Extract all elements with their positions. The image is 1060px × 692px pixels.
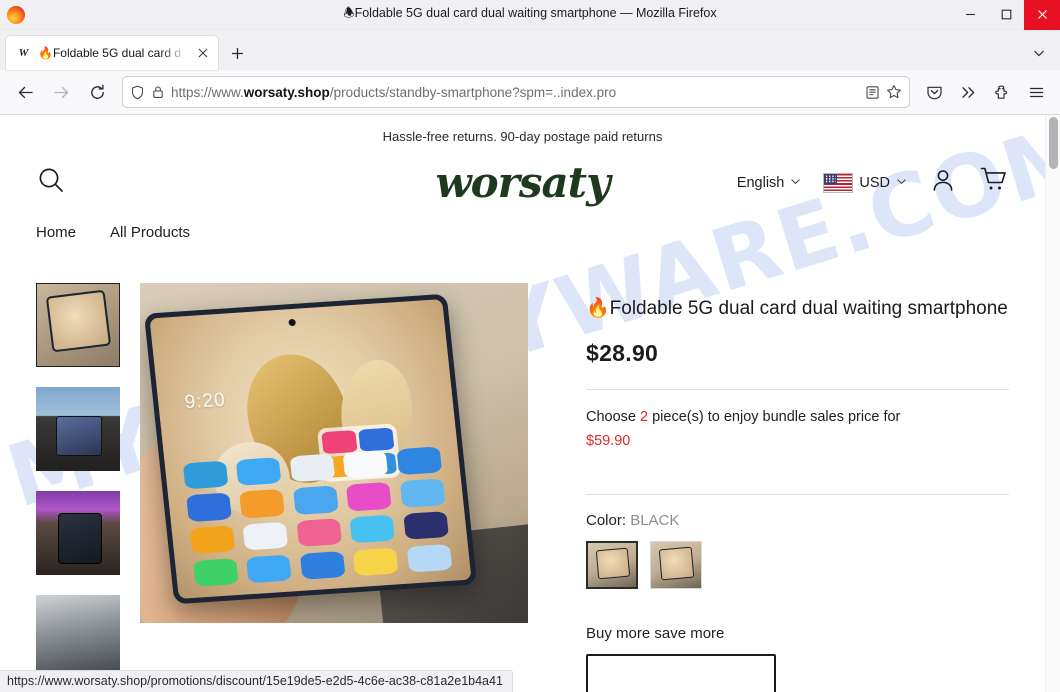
close-window-button[interactable] — [1024, 0, 1060, 30]
shield-icon[interactable] — [130, 85, 145, 100]
currency-label: USD — [859, 174, 890, 191]
product-price: $28.90 — [586, 339, 659, 366]
window-controls — [952, 0, 1060, 30]
lock-icon[interactable] — [151, 85, 165, 99]
color-swatch-list — [586, 540, 1009, 589]
bookmark-star-icon[interactable] — [886, 84, 902, 100]
thumbnail-item[interactable] — [36, 283, 120, 367]
tab-strip: W 🔥Foldable 5G dual card d — [0, 30, 1060, 70]
url-path: /products/standby-smartphone?spm=..index… — [329, 84, 617, 100]
browser-tab[interactable]: W 🔥Foldable 5G dual card d — [6, 36, 218, 70]
back-button-icon[interactable] — [8, 76, 42, 108]
bundle-quantity: 2 — [640, 408, 649, 425]
main-navigation: Home All Products — [0, 204, 1045, 241]
product-main-image[interactable]: 9:20 — [140, 283, 528, 623]
thumbnail-item[interactable] — [36, 491, 120, 575]
header-actions: English USD — [737, 165, 1009, 200]
url-prefix: https://www. — [171, 84, 244, 100]
app-menu-hamburger-icon[interactable] — [1020, 76, 1052, 108]
status-bar-link: https://www.worsaty.shop/promotions/disc… — [0, 670, 513, 692]
thumbnail-list — [36, 283, 122, 692]
color-selected-value: BLACK — [630, 511, 680, 529]
reader-view-icon[interactable] — [865, 85, 880, 100]
bundle-offer-text: Choose 2 piece(s) to enjoy bundle sales … — [586, 390, 936, 472]
reload-button-icon[interactable] — [80, 76, 114, 108]
page-scrollbar[interactable] — [1045, 115, 1060, 692]
bundle-middle: piece(s) to enjoy bundle sales price for — [648, 408, 901, 425]
nav-link-home[interactable]: Home — [36, 224, 76, 241]
chevron-down-icon — [896, 175, 907, 191]
tab-favicon-icon: W — [18, 47, 29, 59]
product-info: 🔥Foldable 5G dual card dual waiting smar… — [546, 283, 1009, 692]
list-all-tabs-icon[interactable] — [1024, 38, 1054, 68]
overflow-chevrons-icon[interactable] — [952, 76, 984, 108]
color-swatch[interactable] — [650, 540, 702, 589]
language-selector[interactable]: English — [737, 175, 802, 191]
tab-close-icon[interactable] — [194, 44, 212, 62]
navigation-toolbar: https://www.worsaty.shop/products/standb… — [0, 70, 1060, 115]
page-viewport: MYANTISPYWARE.COM Hassle-free returns. 9… — [0, 115, 1060, 692]
currency-selector[interactable]: USD — [823, 172, 907, 193]
maximize-button[interactable] — [988, 0, 1024, 30]
tab-title: 🔥Foldable 5G dual card d — [38, 46, 182, 60]
color-swatch[interactable] — [586, 540, 638, 589]
chevron-down-icon — [790, 175, 801, 191]
scrollbar-thumb[interactable] — [1049, 117, 1058, 169]
bundle-prefix: Choose — [586, 408, 641, 425]
announcement-bar: Hassle-free returns. 90-day postage paid… — [382, 129, 663, 144]
pocket-icon[interactable] — [918, 76, 950, 108]
cart-icon[interactable] — [979, 165, 1009, 200]
url-domain: worsaty.shop — [243, 84, 330, 100]
bundle-offer-box[interactable] — [586, 653, 776, 692]
extensions-puzzle-icon[interactable] — [986, 76, 1018, 108]
bundle-price: $59.90 — [586, 432, 631, 449]
nav-link-all-products[interactable]: All Products — [110, 224, 190, 241]
buy-more-save-more-label: Buy more save more — [586, 624, 725, 642]
divider — [586, 493, 1009, 495]
thumbnail-item[interactable] — [36, 595, 120, 679]
wallpaper-clock: 9:20 — [184, 390, 228, 414]
web-page-content: MYANTISPYWARE.COM Hassle-free returns. 9… — [0, 115, 1045, 692]
color-label-text: Color: — [586, 511, 627, 529]
account-icon[interactable] — [929, 166, 957, 199]
minimize-button[interactable] — [952, 0, 988, 30]
site-header: worsaty English USD — [0, 155, 1045, 207]
language-label: English — [736, 174, 785, 191]
thumbnail-item[interactable] — [36, 387, 120, 471]
window-title: 🕭Foldable 5G dual card dual waiting smar… — [343, 6, 717, 20]
product-title: 🔥Foldable 5G dual card dual waiting smar… — [586, 298, 1008, 319]
url-text[interactable]: https://www.worsaty.shop/products/standb… — [171, 85, 859, 100]
firefox-logo-icon — [7, 5, 25, 24]
window-titlebar: 🕭Foldable 5G dual card dual waiting smar… — [0, 0, 1060, 30]
us-flag-icon — [823, 172, 854, 193]
address-bar[interactable]: https://www.worsaty.shop/products/standb… — [122, 76, 910, 108]
forward-button-icon[interactable] — [44, 76, 78, 108]
product-section: 9:20 🔥Foldable 5G dual card dual waiting… — [0, 241, 1045, 692]
search-icon[interactable] — [36, 165, 66, 200]
color-option-label: Color: BLACK — [586, 512, 1009, 529]
new-tab-button[interactable] — [222, 38, 252, 68]
